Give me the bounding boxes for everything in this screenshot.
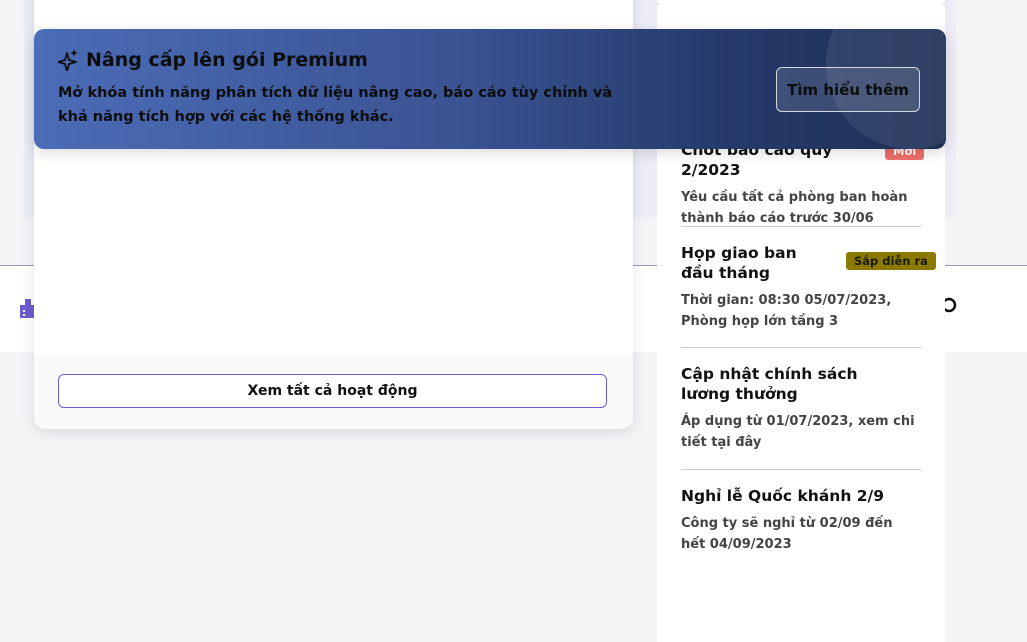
view-all-activities-button[interactable]: Xem tất cả hoạt động (58, 374, 607, 408)
notice-title: Họp giao ban đầu tháng (681, 244, 797, 282)
sparkle-icon (58, 49, 78, 71)
notice-description: Thời gian: 08:30 05/07/2023, Phòng họp l… (681, 293, 892, 329)
divider (681, 226, 921, 227)
notice-item[interactable]: Cập nhật chính sách lương thưởng Áp dụng… (681, 364, 921, 453)
activity-footer: Xem tất cả hoạt động (34, 355, 633, 429)
notice-description: Công ty sẽ nghỉ từ 02/09 đến hết 04/09/2… (681, 516, 893, 552)
premium-title: Nâng cấp lên gói Premium (86, 49, 368, 71)
notice-item[interactable]: Nghỉ lễ Quốc khánh 2/9 Công ty sẽ nghỉ t… (681, 486, 921, 555)
learn-more-button[interactable]: Tìm hiểu thêm (776, 67, 920, 112)
notice-description: Áp dụng từ 01/07/2023, xem chi tiết tại … (681, 414, 915, 450)
premium-banner: Nâng cấp lên gói Premium Mở khóa tính nă… (34, 29, 946, 149)
premium-title-row: Nâng cấp lên gói Premium (58, 49, 368, 71)
divider (681, 469, 921, 470)
notice-description: Yêu cầu tất cả phòng ban hoàn thành báo … (681, 190, 908, 226)
notice-title: Nghỉ lễ Quốc khánh 2/9 (681, 487, 884, 505)
divider (681, 347, 921, 348)
upcoming-badge: Sắp diễn ra (846, 252, 936, 270)
premium-description: Mở khóa tính năng phân tích dữ liệu nâng… (58, 85, 613, 125)
notice-title: Cập nhật chính sách lương thưởng (681, 365, 858, 403)
